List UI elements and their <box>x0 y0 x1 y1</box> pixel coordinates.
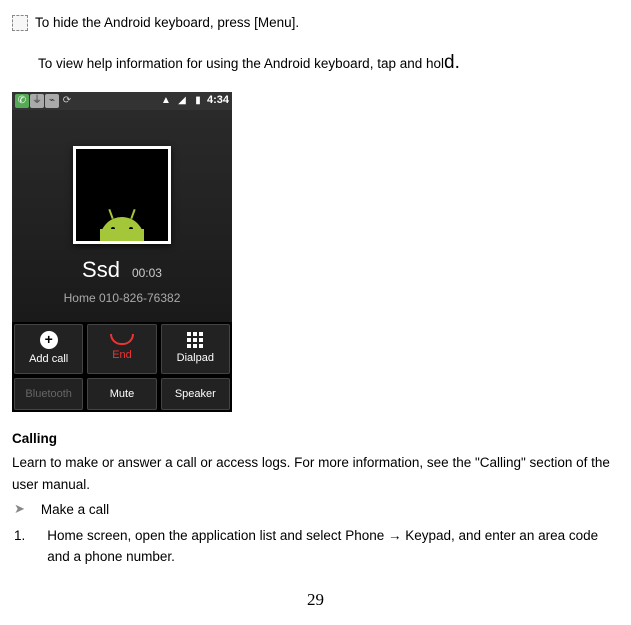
tip-hide-keyboard: To hide the Android keyboard, press [Men… <box>35 12 299 34</box>
battery-icon: ▮ <box>191 94 205 108</box>
step-number: 1. <box>14 525 25 568</box>
mute-button[interactable]: Mute <box>87 378 156 410</box>
phone-screenshot: ✆ ⏚ ⌁ ⟳ ▲ ◢ ▮ 4:34 Ssd <box>12 92 232 412</box>
contact-number: Home 010-826-76382 <box>12 289 232 322</box>
end-call-button[interactable]: End <box>87 324 156 374</box>
section-heading: Calling <box>12 428 619 450</box>
bluetooth-button[interactable]: Bluetooth <box>14 378 83 410</box>
speaker-button[interactable]: Speaker <box>161 378 230 410</box>
wifi-icon: ▲ <box>159 94 173 108</box>
status-bar: ✆ ⏚ ⌁ ⟳ ▲ ◢ ▮ 4:34 <box>12 92 232 110</box>
android-avatar-icon <box>76 149 168 241</box>
hangup-icon <box>110 334 134 345</box>
contact-name: Ssd <box>82 252 120 287</box>
tip-help-suffix: d. <box>444 52 460 73</box>
sync-icon: ⟳ <box>60 94 74 108</box>
page-number: 29 <box>12 586 619 613</box>
dialpad-label: Dialpad <box>177 350 214 368</box>
step-text: Home screen, open the application list a… <box>47 525 619 568</box>
bullet-text: Make a call <box>41 499 109 521</box>
add-call-button[interactable]: + Add call <box>14 324 83 374</box>
mute-label: Mute <box>110 386 134 404</box>
in-call-screen: Ssd 00:03 Home 010-826-76382 <box>12 110 232 322</box>
end-label: End <box>112 347 132 365</box>
call-duration: 00:03 <box>132 264 162 283</box>
add-call-label: Add call <box>29 351 68 369</box>
bluetooth-label: Bluetooth <box>25 386 71 404</box>
clock: 4:34 <box>207 92 229 110</box>
signal-icon: ◢ <box>175 94 189 108</box>
tip-help-text: To view help information for using the A… <box>38 56 444 71</box>
bullet-icon: ➤ <box>14 499 25 520</box>
placeholder-icon <box>12 15 28 31</box>
section-intro: Learn to make or answer a call or access… <box>12 452 619 495</box>
debug-icon: ⌁ <box>45 94 59 108</box>
plus-icon: + <box>40 331 58 349</box>
dialpad-button[interactable]: Dialpad <box>161 324 230 374</box>
avatar-frame <box>73 146 171 244</box>
usb-icon: ⏚ <box>30 94 44 108</box>
dialpad-icon <box>187 332 203 348</box>
phone-status-icon: ✆ <box>15 94 29 108</box>
speaker-label: Speaker <box>175 386 216 404</box>
